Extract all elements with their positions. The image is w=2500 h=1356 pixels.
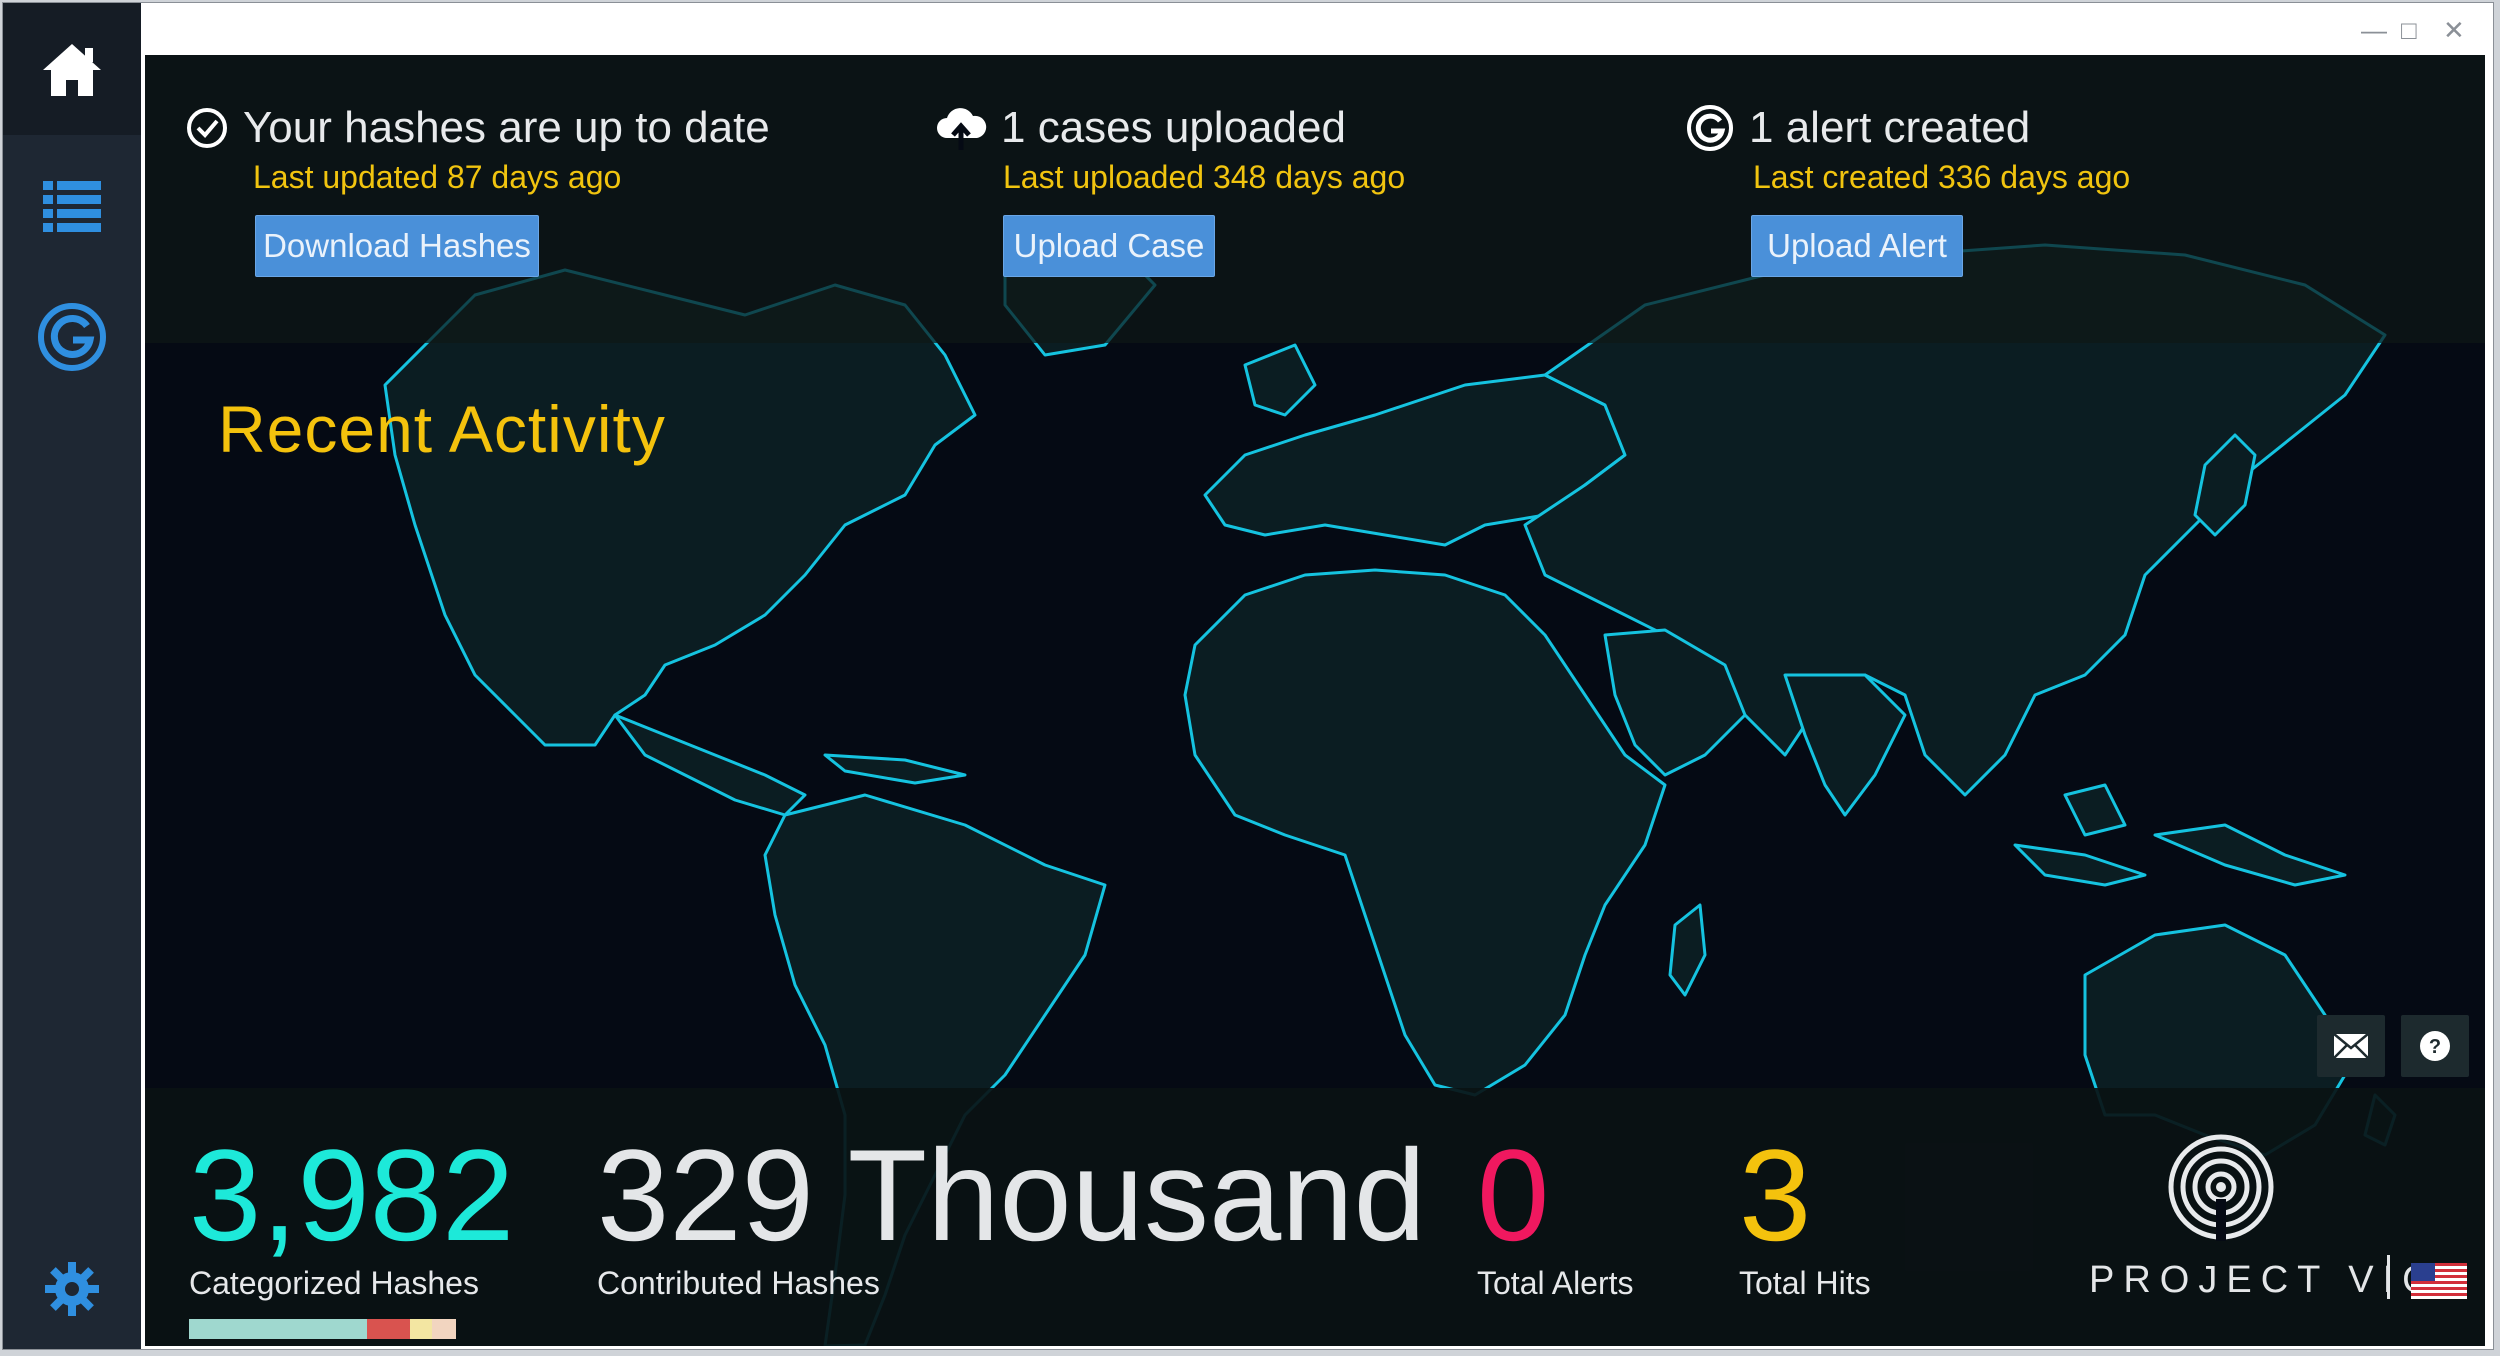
cases-last-uploaded: Last uploaded 348 days ago	[1003, 159, 1406, 195]
logo-divider	[2387, 1255, 2390, 1299]
gear-icon	[45, 1262, 99, 1316]
alerts-status-title: 1 alert created	[1749, 103, 2031, 152]
categorized-hashes-value: 3,982	[189, 1122, 515, 1268]
total-hits-label: Total Hits	[1739, 1265, 1871, 1301]
close-icon: ✕	[2443, 15, 2465, 45]
email-button[interactable]	[2317, 1015, 2385, 1077]
cases-status: 1 cases uploaded Last uploaded 348 days …	[935, 103, 1405, 196]
cases-status-title: 1 cases uploaded	[1001, 103, 1346, 152]
minimize-button[interactable]: —	[2361, 17, 2387, 43]
app-window: — □ ✕ Your hashes are up to date Last up…	[2, 2, 2494, 1350]
project-vic-g-icon	[38, 303, 106, 371]
category-bar-segment	[432, 1319, 456, 1339]
upload-case-button[interactable]: Upload Case	[1003, 215, 1215, 277]
status-band	[145, 55, 2485, 343]
alerts-status: 1 alert created Last created 336 days ag…	[1685, 103, 2130, 196]
total-alerts-label: Total Alerts	[1477, 1265, 1634, 1301]
categorized-hashes-label: Categorized Hashes	[189, 1265, 479, 1301]
category-bar-segment	[410, 1319, 432, 1339]
download-hashes-button[interactable]: Download Hashes	[255, 215, 539, 277]
us-flag-icon[interactable]	[2411, 1263, 2467, 1299]
total-alerts-value: 0	[1477, 1122, 1550, 1268]
help-button[interactable]: ?	[2401, 1015, 2469, 1077]
hashes-status: Your hashes are up to date Last updated …	[185, 103, 770, 196]
list-icon	[43, 181, 101, 232]
category-bar-segment	[189, 1319, 367, 1339]
contributed-hashes-label: Contributed Hashes	[597, 1265, 880, 1301]
contributed-hashes-value: 329 Thousand	[597, 1122, 1426, 1268]
sidebar-item-home[interactable]	[3, 3, 141, 135]
recent-activity-title: Recent Activity	[218, 392, 666, 466]
maximize-button[interactable]: □	[2401, 17, 2417, 43]
project-vic-logo-icon	[2168, 1134, 2274, 1241]
sidebar-item-list[interactable]	[3, 141, 141, 273]
svg-text:?: ?	[2429, 1036, 2441, 1058]
help-icon: ?	[2420, 1031, 2450, 1061]
cloud-upload-icon	[937, 108, 987, 150]
maximize-icon: □	[2401, 15, 2417, 45]
minimize-icon: —	[2361, 15, 2387, 45]
upload-alert-button[interactable]: Upload Alert	[1751, 215, 1963, 277]
category-bar-segment	[367, 1319, 410, 1339]
alerts-last-created: Last created 336 days ago	[1753, 159, 2131, 195]
home-icon	[43, 44, 101, 96]
alert-g-icon	[1687, 105, 1733, 151]
hashes-last-updated: Last updated 87 days ago	[253, 159, 622, 195]
sidebar-item-settings[interactable]	[3, 1223, 141, 1355]
dashboard: Your hashes are up to date Last updated …	[145, 55, 2485, 1346]
sidebar	[3, 3, 141, 1349]
total-hits-value: 3	[1739, 1122, 1812, 1268]
check-circle-icon	[187, 108, 227, 148]
close-button[interactable]: ✕	[2443, 17, 2465, 43]
hashes-status-title: Your hashes are up to date	[243, 103, 770, 152]
envelope-icon	[2333, 1033, 2369, 1059]
sidebar-item-alerts[interactable]	[3, 271, 141, 403]
